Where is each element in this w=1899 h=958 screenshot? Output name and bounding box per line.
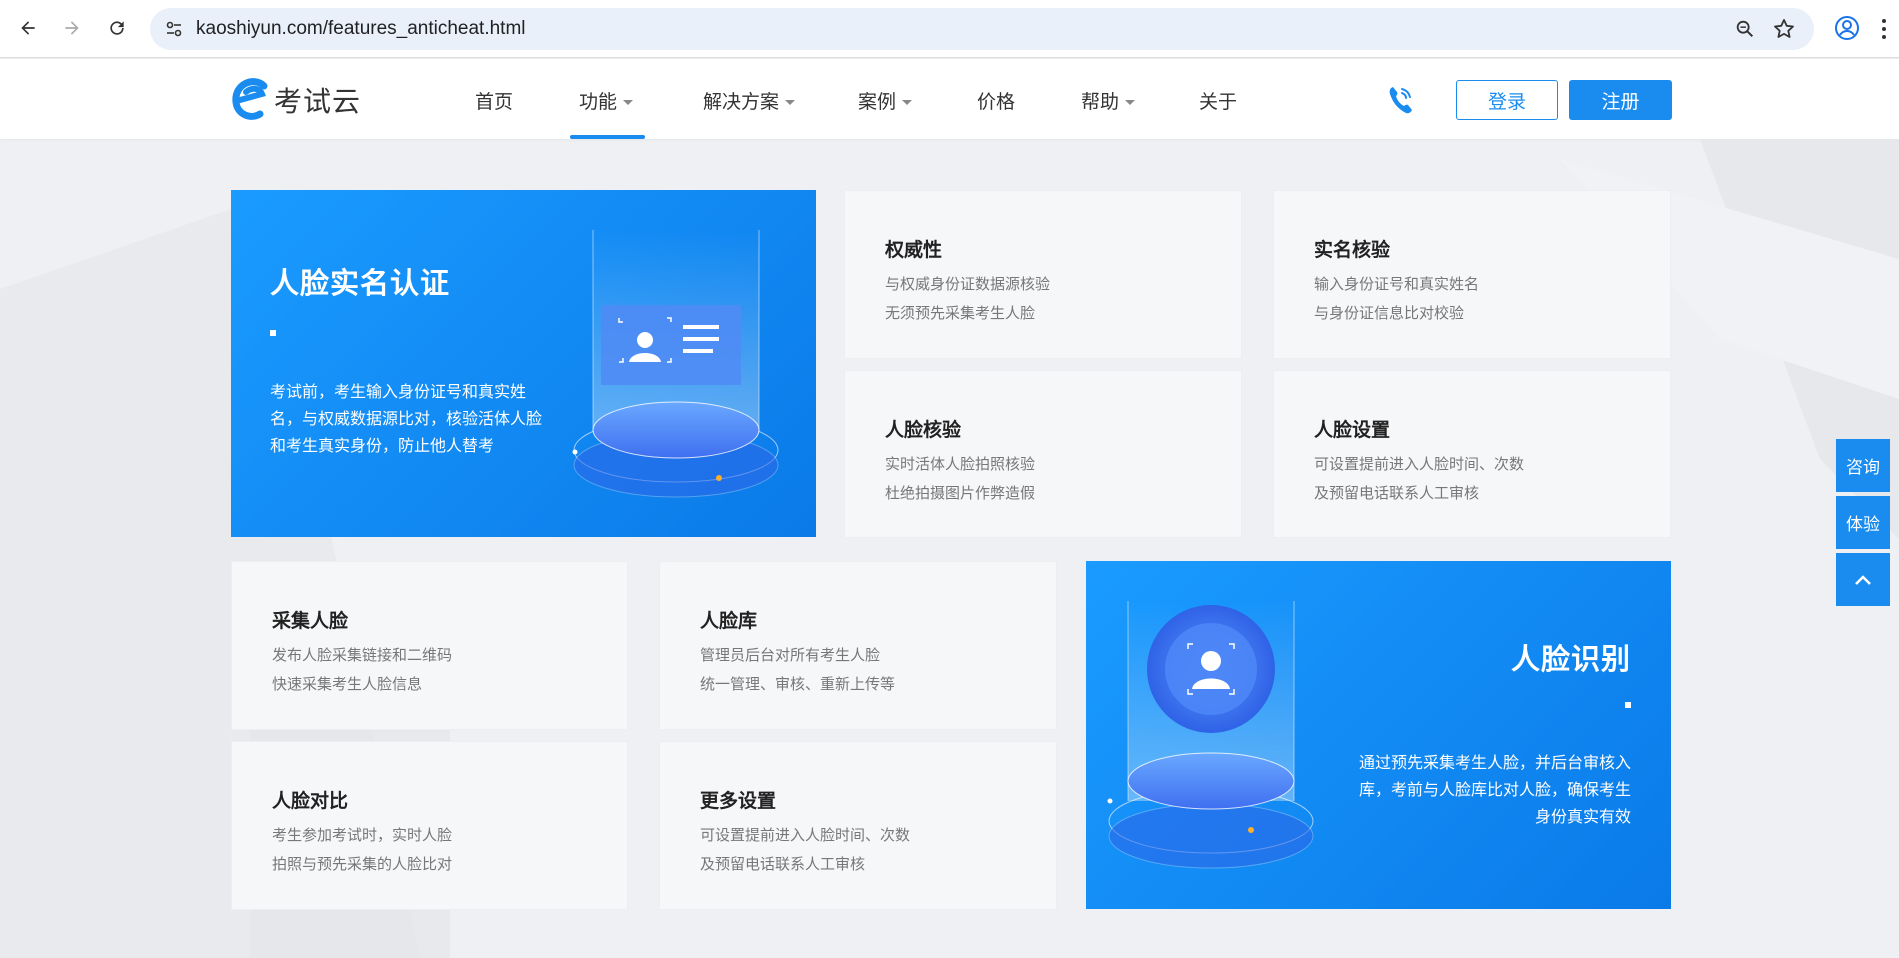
card-line: 杜绝拍摄图片作弊造假 (885, 484, 1036, 502)
url-text[interactable]: kaoshiyun.com/features_anticheat.html (196, 18, 526, 40)
card-line: 及预留电话联系人工审核 (700, 855, 866, 873)
card-title: 人脸核验 (885, 419, 962, 441)
arrow-left-icon (21, 21, 35, 35)
card-more-settings[interactable]: 更多设置 可设置提前进入人脸时间、次数 及预留电话联系人工审核 (659, 741, 1057, 910)
profile-icon[interactable] (1834, 15, 1860, 41)
nav-features[interactable]: 功能 (579, 87, 634, 114)
card-line: 拍照与预先采集的人脸比对 (272, 855, 453, 873)
card-line: 及预留电话联系人工审核 (1314, 484, 1480, 502)
zoom-icon[interactable] (1734, 18, 1756, 40)
card-line: 考生参加考试时，实时人脸 (272, 826, 453, 844)
card-title: 人脸库 (700, 610, 758, 632)
card-line: 发布人脸采集链接和二维码 (272, 646, 453, 664)
nav-home[interactable]: 首页 (475, 87, 513, 114)
forward-button[interactable] (58, 14, 86, 42)
card-line: 与权威身份证数据源核验 (885, 275, 1051, 293)
chevron-down-icon (623, 100, 634, 105)
card-face-settings[interactable]: 人脸设置 可设置提前进入人脸时间、次数 及预留电话联系人工审核 (1273, 370, 1671, 538)
login-button[interactable]: 登录 (1456, 80, 1558, 120)
hero-face-recognition[interactable]: 人脸识别 通过预先采集考生人脸，并后台审核入 库，考前与人脸库比对人脸，确保考生… (1086, 561, 1671, 909)
hero-left-desc: 考试前，考生输入身份证号和真实姓 名，与权威数据源比对，核验活体人脸 和考生真实… (270, 378, 560, 459)
card-line: 统一管理、审核、重新上传等 (700, 675, 896, 693)
arrow-right-icon (65, 21, 79, 35)
nav-pricing-label: 价格 (977, 91, 1016, 113)
site-logo[interactable]: 考试云 (230, 78, 361, 122)
card-line: 快速采集考生人脸信息 (272, 675, 423, 693)
hero-right-desc-line: 身份真实有效 (1534, 807, 1631, 826)
consult-button[interactable]: 咨询 (1836, 439, 1890, 492)
chevron-down-icon (902, 100, 913, 105)
nav-solutions[interactable]: 解决方案 (703, 87, 796, 114)
hero-left-dot (270, 330, 276, 336)
chevron-up-icon (1855, 574, 1871, 585)
card-line: 输入身份证号和真实姓名 (1314, 275, 1480, 293)
site-settings-icon[interactable] (164, 19, 184, 39)
card-face-compare[interactable]: 人脸对比 考生参加考试时，实时人脸 拍照与预先采集的人脸比对 (231, 741, 628, 910)
id-card-scan-illustration (572, 230, 779, 498)
card-line: 可设置提前进入人脸时间、次数 (700, 826, 911, 844)
phone-icon[interactable] (1385, 83, 1415, 117)
hero-right-title: 人脸识别 (1510, 642, 1631, 676)
card-title: 人脸设置 (1314, 419, 1391, 441)
hero-right-desc-line: 库，考前与人脸库比对人脸，确保考生 (1358, 780, 1631, 799)
logo-e-icon (232, 78, 268, 120)
card-line: 管理员后台对所有考生人脸 (700, 646, 881, 664)
back-button[interactable] (14, 14, 42, 42)
hero-right-desc: 通过预先采集考生人脸，并后台审核入 库，考前与人脸库比对人脸，确保考生 身份真实… (1321, 749, 1631, 830)
site-header: 考试云 首页 功能 解决方案 案例 价格 帮助 关于 登录 注册 (0, 59, 1899, 139)
nav-features-label: 功能 (579, 91, 618, 113)
address-bar[interactable]: kaoshiyun.com/features_anticheat.html (150, 8, 1814, 50)
nav-pricing[interactable]: 价格 (977, 87, 1015, 114)
chevron-down-icon (785, 100, 796, 105)
nav-about[interactable]: 关于 (1199, 87, 1237, 114)
reload-icon (110, 21, 124, 35)
register-button[interactable]: 注册 (1569, 80, 1672, 120)
hero-left-title: 人脸实名认证 (270, 266, 451, 300)
hero-left-desc-line: 考试前，考生输入身份证号和真实姓 (270, 382, 527, 401)
card-line: 与身份证信息比对校验 (1314, 304, 1465, 322)
card-line: 无须预先采集考生人脸 (885, 304, 1036, 322)
card-authority[interactable]: 权威性 与权威身份证数据源核验 无须预先采集考生人脸 (844, 190, 1242, 359)
card-title: 实名核验 (1314, 239, 1391, 261)
bookmark-star-icon[interactable] (1772, 17, 1796, 41)
logo-text: 考试云 (274, 85, 362, 118)
back-to-top-button[interactable] (1836, 553, 1890, 606)
more-menu-icon[interactable] (1880, 17, 1888, 41)
card-title: 权威性 (885, 239, 943, 261)
face-scan-illustration (1107, 601, 1314, 869)
nav-help-label: 帮助 (1081, 91, 1120, 113)
hero-face-realname[interactable]: 人脸实名认证 考试前，考生输入身份证号和真实姓 名，与权威数据源比对，核验活体人… (231, 190, 816, 537)
nav-about-label: 关于 (1199, 91, 1238, 113)
card-title: 更多设置 (700, 790, 777, 812)
nav-cases-label: 案例 (858, 91, 897, 113)
nav-home-label: 首页 (475, 91, 514, 113)
reload-button[interactable] (103, 14, 131, 42)
card-title: 采集人脸 (272, 610, 349, 632)
browser-toolbar: kaoshiyun.com/features_anticheat.html (0, 0, 1899, 58)
chevron-down-icon (1125, 100, 1136, 105)
nav-help[interactable]: 帮助 (1081, 87, 1136, 114)
nav-cases[interactable]: 案例 (858, 87, 913, 114)
trial-button[interactable]: 体验 (1836, 496, 1890, 549)
card-realname-check[interactable]: 实名核验 输入身份证号和真实姓名 与身份证信息比对校验 (1273, 190, 1671, 359)
hero-left-desc-line: 和考生真实身份，防止他人替考 (270, 436, 495, 455)
card-collect-face[interactable]: 采集人脸 发布人脸采集链接和二维码 快速采集考生人脸信息 (231, 561, 628, 730)
card-face-verify[interactable]: 人脸核验 实时活体人脸拍照核验 杜绝拍摄图片作弊造假 (844, 370, 1242, 538)
card-face-library[interactable]: 人脸库 管理员后台对所有考生人脸 统一管理、审核、重新上传等 (659, 561, 1057, 730)
hero-right-desc-line: 通过预先采集考生人脸，并后台审核入 (1358, 753, 1631, 772)
hero-left-desc-line: 名，与权威数据源比对，核验活体人脸 (270, 409, 543, 428)
card-title: 人脸对比 (272, 790, 349, 812)
card-line: 可设置提前进入人脸时间、次数 (1314, 455, 1525, 473)
card-line: 实时活体人脸拍照核验 (885, 455, 1036, 473)
hero-right-dot (1625, 702, 1631, 708)
nav-solutions-label: 解决方案 (703, 91, 780, 113)
